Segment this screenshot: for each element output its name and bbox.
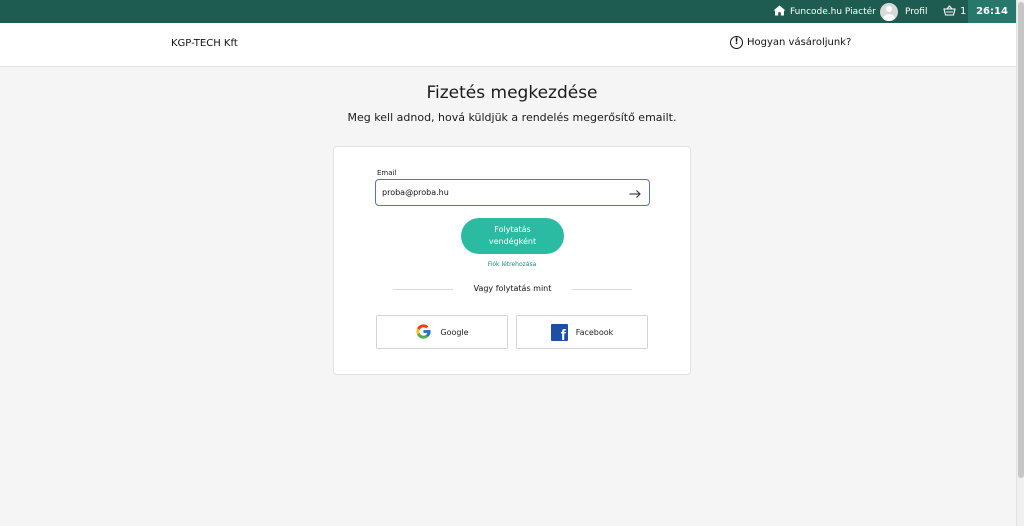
facebook-label: Facebook bbox=[575, 327, 614, 337]
arrow-right-icon[interactable] bbox=[628, 186, 642, 200]
scrollbar[interactable] bbox=[1016, 0, 1024, 526]
marketplace-label: Funcode.hu Piactér bbox=[790, 6, 876, 17]
facebook-icon: f bbox=[550, 323, 568, 343]
shop-header: KGP-TECH Kft ! Hogyan vásároljunk? bbox=[0, 23, 1016, 67]
profile-link[interactable]: Profil bbox=[880, 0, 927, 23]
avatar bbox=[880, 2, 898, 21]
exclamation-icon: ! bbox=[730, 36, 743, 49]
google-label: Google bbox=[440, 327, 469, 337]
divider-line-right bbox=[572, 289, 632, 290]
cart-button[interactable]: 1 bbox=[943, 0, 966, 23]
session-timer: 26:14 bbox=[968, 0, 1016, 23]
google-icon bbox=[415, 323, 432, 342]
continue-as-guest-button[interactable]: Folytatás vendégként bbox=[461, 218, 564, 254]
home-icon bbox=[773, 5, 786, 19]
how-to-buy-link[interactable]: ! Hogyan vásároljunk? bbox=[730, 36, 851, 49]
google-login-button[interactable]: Google bbox=[376, 315, 508, 349]
guest-button-line2: vendégként bbox=[488, 237, 537, 246]
facebook-login-button[interactable]: f Facebook bbox=[516, 315, 648, 349]
profile-label: Profil bbox=[905, 6, 928, 17]
guest-button-line1: Folytatás bbox=[494, 225, 531, 234]
email-label: Email bbox=[377, 169, 397, 177]
page-title: Fizetés megkezdése bbox=[426, 83, 598, 103]
top-bar: Funcode.hu Piactér Profil 1 26:14 bbox=[0, 0, 1016, 23]
email-field[interactable] bbox=[375, 179, 650, 206]
email-input[interactable] bbox=[382, 186, 612, 199]
basket-icon bbox=[943, 4, 956, 19]
cart-count: 1 bbox=[960, 6, 967, 17]
scrollbar-thumb[interactable] bbox=[1018, 2, 1024, 478]
how-to-buy-label: Hogyan vásároljunk? bbox=[747, 37, 852, 48]
page-subtitle: Meg kell adnod, hová küldjük a rendelés … bbox=[347, 111, 677, 124]
marketplace-link[interactable]: Funcode.hu Piactér bbox=[773, 0, 876, 23]
create-account-link[interactable]: Fiók létrehozása bbox=[334, 261, 690, 268]
company-name: KGP-TECH Kft bbox=[171, 38, 238, 49]
checkout-card: Email Folytatás vendégként Fiók létrehoz… bbox=[333, 146, 691, 375]
social-divider: Vagy folytatás mint bbox=[393, 284, 632, 294]
